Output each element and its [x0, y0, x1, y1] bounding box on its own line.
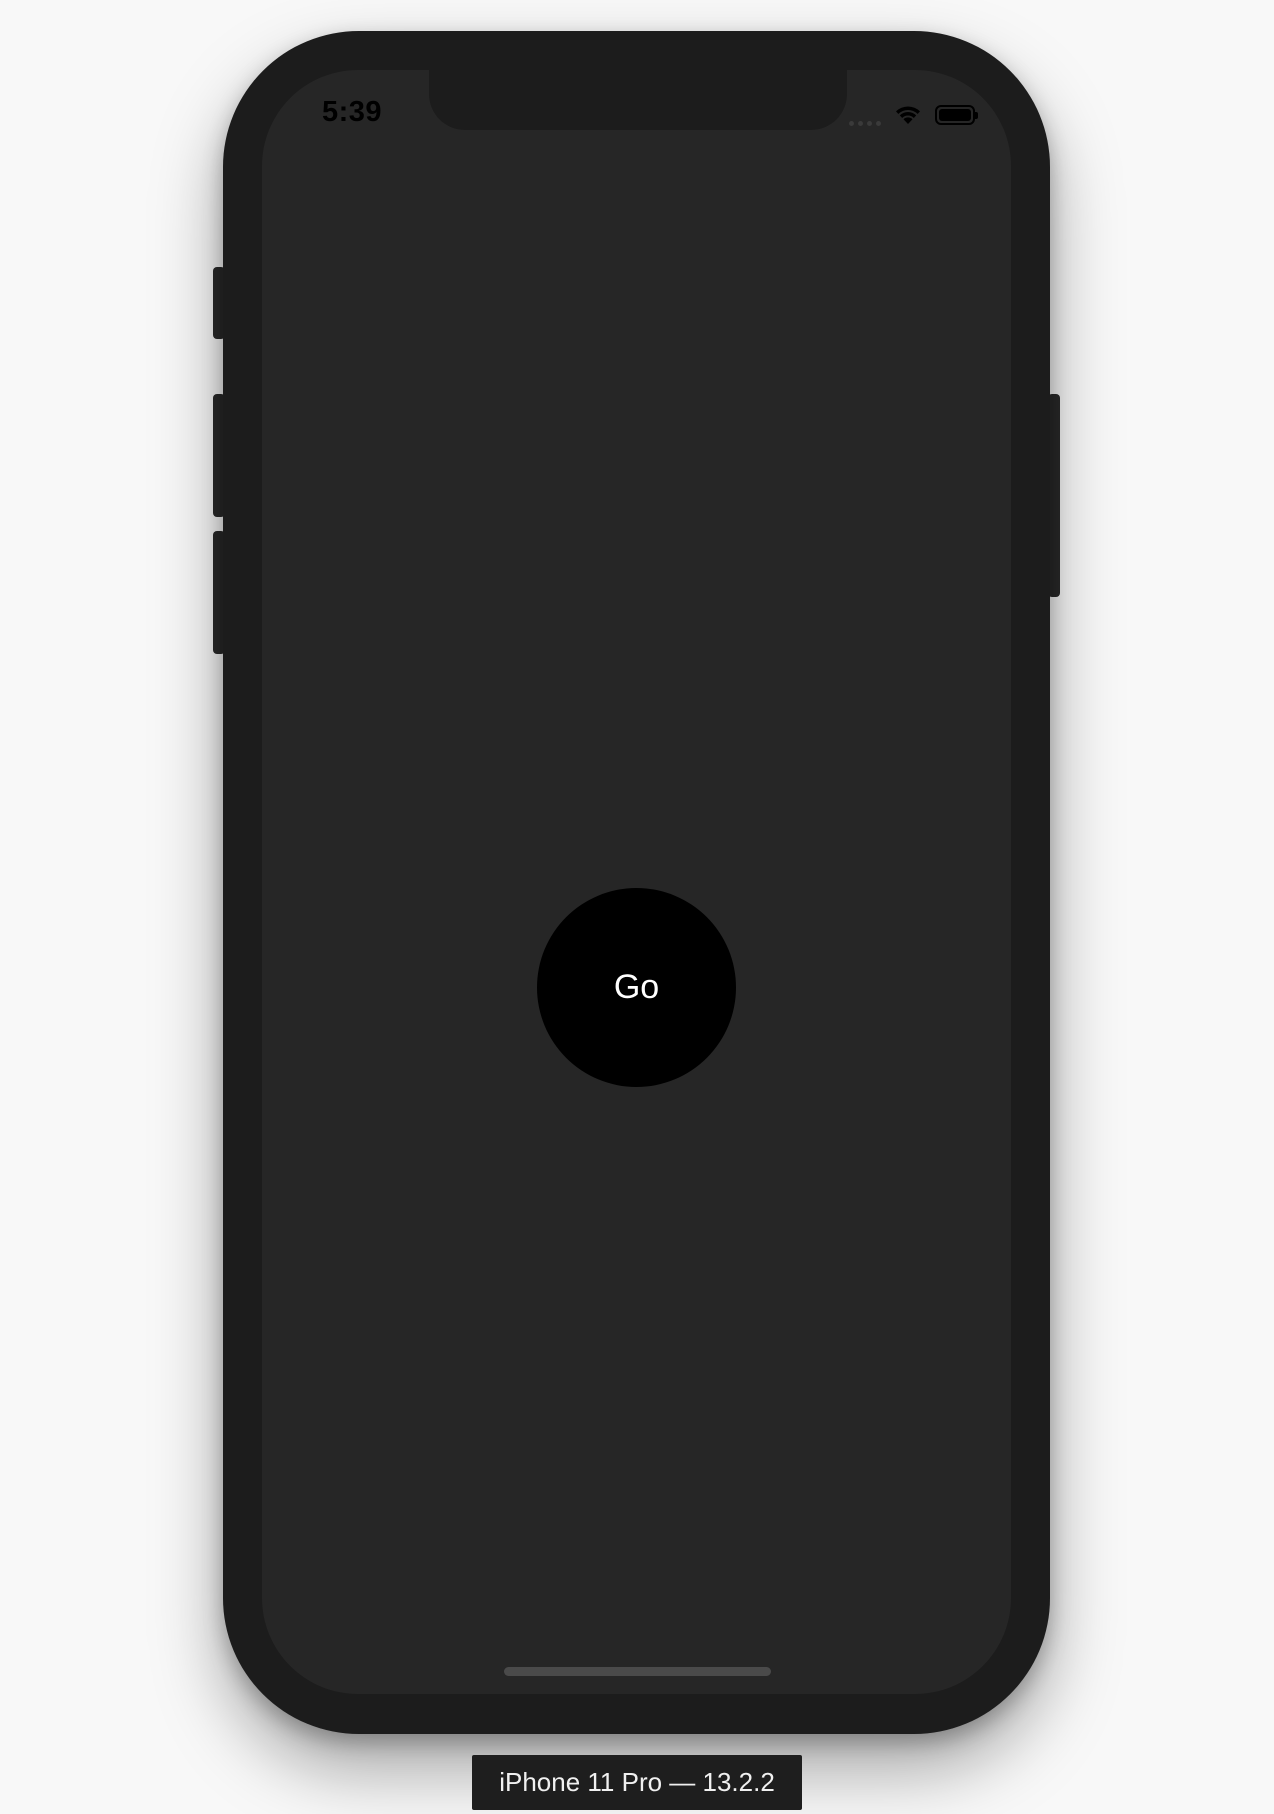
wifi-icon — [896, 106, 920, 124]
go-button[interactable]: Go — [537, 888, 736, 1087]
phone-screen: 5:39 Go — [262, 70, 1011, 1694]
status-icons — [849, 102, 978, 128]
cellular-signal-icon — [849, 104, 881, 126]
notch — [429, 70, 847, 130]
status-time: 5:39 — [322, 96, 383, 128]
battery-icon — [935, 105, 978, 125]
device-label: iPhone 11 Pro — 13.2.2 — [472, 1755, 802, 1810]
home-indicator[interactable] — [504, 1667, 771, 1676]
simulator-stage: 5:39 Go iPhone 11 Pro — 13.2.2 — [0, 0, 1274, 1814]
